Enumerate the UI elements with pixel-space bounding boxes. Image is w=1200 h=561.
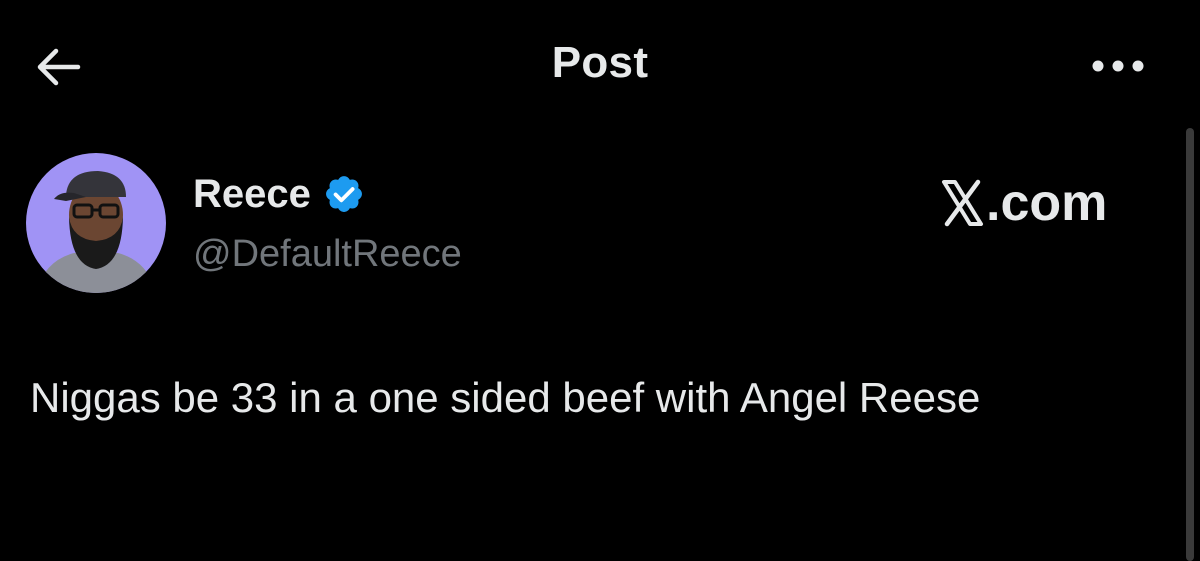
author-handle[interactable]: @DefaultReece xyxy=(193,230,462,278)
more-horizontal-icon xyxy=(1092,60,1144,72)
watermark-text: .com xyxy=(986,174,1108,232)
scrollbar[interactable] xyxy=(1186,128,1194,561)
author-name-row[interactable]: Reece xyxy=(193,170,365,218)
post-text: Niggas be 33 in a one sided beef with An… xyxy=(30,374,981,421)
more-options-button[interactable] xyxy=(1078,46,1158,86)
avatar[interactable] xyxy=(26,153,166,293)
back-button[interactable] xyxy=(28,42,88,92)
x-logo-icon xyxy=(940,179,984,227)
author-display-name: Reece xyxy=(193,172,311,216)
avatar-photo xyxy=(26,153,166,293)
arrow-left-icon xyxy=(37,48,81,86)
x-com-watermark: .com xyxy=(940,168,1155,238)
top-navigation-bar: Post xyxy=(0,0,1200,135)
page-title: Post xyxy=(551,38,649,87)
verified-badge-icon xyxy=(323,173,365,215)
